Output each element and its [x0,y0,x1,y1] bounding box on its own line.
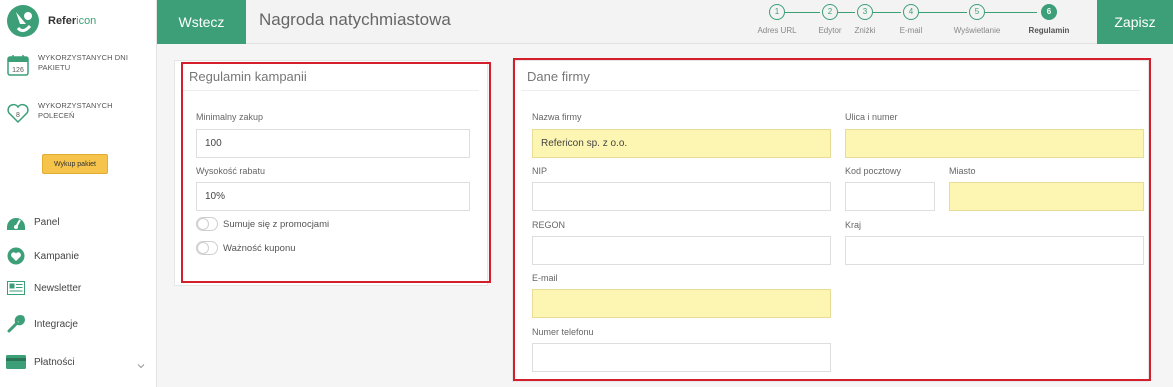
step-label: Adres URL [757,26,797,35]
postal-code-label: Kod pocztowy [845,166,902,176]
postal-code-input[interactable] [845,182,935,211]
phone-label: Numer telefonu [532,327,594,337]
promo-toggle-label: Sumuje się z promocjami [223,218,330,230]
min-purchase-input[interactable]: 100 [196,129,470,158]
sidebar-item-label: Płatności [34,356,75,368]
city-label: Miasto [949,166,976,176]
main-content: Regulamin kampanii Minimalny zakup 100 W… [157,44,1173,387]
sidebar-item-campaigns[interactable]: Kampanie [6,245,151,267]
logo-icon [6,4,40,38]
step-label: Regulamin [1028,26,1070,35]
step-display[interactable]: 5 Wyświetlanie [947,4,1007,35]
street-input[interactable] [845,129,1144,158]
company-panel: Dane firmy Nazwa firmy Refericon sp. z o… [512,60,1149,382]
company-panel-title: Dane firmy [521,61,1140,91]
discount-input[interactable]: 10% [196,182,470,211]
buy-package-button[interactable]: Wykup pakiet [42,154,108,174]
nip-label: NIP [532,166,548,176]
stat-label: WYKORZYSTANYCH DNI PAKIETU [38,53,128,72]
company-name-input[interactable]: Refericon sp. z o.o. [532,129,831,158]
email-input[interactable] [532,289,831,318]
step-url[interactable]: 1 Adres URL [747,4,807,35]
calendar-badge: 126 [12,67,24,74]
company-name-label: Nazwa firmy [532,112,582,122]
nip-input[interactable] [532,182,831,211]
regon-label: REGON [532,220,566,230]
sidebar-item-label: Panel [34,216,60,228]
page-title: Nagroda natychmiastowa [259,10,451,29]
step-email[interactable]: 4 E-mail [881,4,941,35]
rules-panel: Regulamin kampanii Minimalny zakup 100 W… [174,60,488,286]
chevron-down-icon[interactable] [137,357,145,369]
save-button[interactable]: Zapisz [1097,0,1173,44]
city-input[interactable] [949,182,1144,211]
phone-input[interactable] [532,343,831,372]
step-number: 5 [969,4,985,20]
rules-panel-title: Regulamin kampanii [183,61,479,91]
heart-icon [6,246,26,266]
step-number: 1 [769,4,785,20]
step-regulations[interactable]: 6 Regulamin [1019,4,1079,35]
stat-package-days: 126 WYKORZYSTANYCH DNI PAKIETU [6,53,128,77]
min-purchase-label: Minimalny zakup [196,112,264,122]
coupon-validity-toggle[interactable]: Ważność kuponu [196,241,296,255]
credit-card-icon [6,352,26,372]
step-number: 4 [903,4,919,20]
heart-badge: 8 [16,112,20,119]
discount-label: Wysokość rabatu [196,166,265,176]
heart-icon: 8 [6,101,30,125]
toggle-knob [197,218,209,230]
toggle-knob [197,242,209,254]
sidebar: Refericon 126 WYKORZYSTANYCH DNI PAKIETU… [0,0,157,387]
promo-toggle[interactable]: Sumuje się z promocjami [196,217,329,231]
sidebar-item-label: Newsletter [34,282,82,294]
stat-referrals: 8 WYKORZYSTANYCH POLECEŃ [6,101,128,125]
country-label: Kraj [845,220,862,230]
dashboard-icon [6,212,26,232]
street-label: Ulica i numer [845,112,898,122]
step-label: E-mail [899,26,923,35]
email-label: E-mail [532,273,558,283]
stat-label: WYKORZYSTANYCH POLECEŃ [38,101,113,120]
sidebar-item-integrations[interactable]: Integracje [6,313,151,335]
sidebar-item-label: Kampanie [34,250,80,262]
step-number: 6 [1041,4,1057,20]
topbar: Wstecz Nagroda natychmiastowa 1 Adres UR… [157,0,1173,44]
coupon-validity-label: Ważność kuponu [223,242,296,254]
regon-input[interactable] [532,236,831,265]
calendar-icon: 126 [6,53,30,77]
step-number: 3 [857,4,873,20]
step-label: Wyświetlanie [953,26,1001,35]
back-button[interactable]: Wstecz [157,0,246,44]
sidebar-item-panel[interactable]: Panel [6,211,151,233]
country-input[interactable] [845,236,1144,265]
logo-text: Refericon [48,15,97,27]
wizard-steps: 1 Adres URL 2 Edytor 3 Zniżki 4 E-mail 5… [747,4,1087,42]
toggle-track[interactable] [196,241,218,255]
logo[interactable]: Refericon [6,4,96,38]
wrench-icon [6,314,26,334]
sidebar-item-label: Integracje [34,318,78,330]
newsletter-icon [6,278,26,298]
toggle-track[interactable] [196,217,218,231]
sidebar-item-newsletter[interactable]: Newsletter [6,277,151,299]
sidebar-item-payments[interactable]: Płatności [6,351,151,373]
